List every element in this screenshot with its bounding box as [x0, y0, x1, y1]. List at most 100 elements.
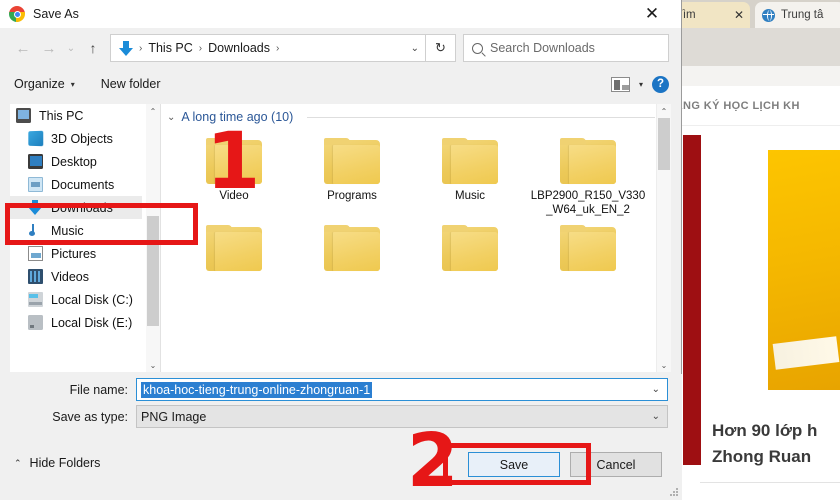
chevron-down-icon[interactable]: ⌄ — [652, 411, 663, 422]
address-bar[interactable]: › This PC › Downloads › ⌄ — [110, 34, 426, 62]
videos-icon — [28, 269, 43, 284]
breadcrumb-separator: › — [139, 43, 142, 54]
site-nav-item[interactable]: ĐĂNG KÝ HỌC LỊCH KH — [666, 100, 800, 112]
dialog-title: Save As — [33, 7, 79, 21]
annotation-box-save — [443, 443, 591, 485]
file-name-row: File name: khoa-hoc-tieng-trung-online-z… — [0, 378, 682, 401]
scroll-down-icon[interactable]: ⌄ — [657, 358, 671, 372]
dialog-title-bar: Save As ✕ — [0, 0, 681, 28]
globe-icon — [762, 9, 775, 22]
sidebar-item-videos[interactable]: Videos — [10, 265, 160, 288]
downloads-arrow-icon — [119, 41, 133, 56]
browser-tab-secondary[interactable]: Trung tâ — [755, 2, 840, 28]
sidebar-item-desktop[interactable]: Desktop — [10, 150, 160, 173]
folder-icon — [206, 225, 262, 271]
hide-folders-label: Hide Folders — [30, 456, 101, 470]
file-pane-scrollbar[interactable]: ⌃ ⌄ — [656, 104, 671, 372]
sidebar-item-local-disk-c[interactable]: Local Disk (C:) — [10, 288, 160, 311]
site-headline-line: Zhong Ruan — [712, 444, 840, 470]
chevron-down-icon[interactable]: ▾ — [639, 80, 643, 89]
sidebar-item-local-disk-e[interactable]: Local Disk (E:) — [10, 311, 160, 334]
folder-icon — [324, 138, 380, 184]
file-item[interactable]: Music — [411, 130, 529, 217]
close-icon[interactable]: ✕ — [734, 9, 744, 21]
group-divider — [307, 117, 655, 118]
file-item-label: Programs — [327, 189, 377, 203]
file-name-label: File name: — [0, 383, 136, 397]
scrollbar-thumb[interactable] — [658, 118, 670, 170]
file-item[interactable]: Programs — [293, 130, 411, 217]
browser-tab-label: Trung tâ — [781, 9, 823, 21]
chevron-up-icon: ⌃ — [14, 458, 22, 469]
annotation-box-downloads — [5, 203, 198, 245]
new-folder-button[interactable]: New folder — [101, 77, 161, 91]
sidebar-item-documents[interactable]: Documents — [10, 173, 160, 196]
command-bar: Organize ▾ New folder ▾ ? — [0, 68, 681, 100]
sidebar-item-label: Videos — [51, 270, 89, 284]
sidebar-item-label: Documents — [51, 178, 114, 192]
file-item[interactable] — [529, 217, 647, 276]
sidebar-item-3d-objects[interactable]: 3D Objects — [10, 127, 160, 150]
chevron-down-icon[interactable]: ⌄ — [411, 43, 419, 54]
desktop-icon — [28, 154, 43, 169]
change-view-icon[interactable] — [611, 77, 630, 92]
site-headline-line: Hơn 90 lớp h — [712, 418, 840, 444]
breadcrumb-this-pc[interactable]: This PC — [148, 41, 192, 55]
chevron-down-icon[interactable]: ⌄ — [167, 112, 175, 123]
file-item[interactable]: LBP2900_R150_V330_W64_uk_EN_2 — [529, 130, 647, 217]
save-as-dialog: Save As ✕ ← → ⌄ ↑ › This PC › Downloads … — [0, 0, 682, 500]
site-red-band — [683, 135, 701, 465]
chevron-down-icon: ▾ — [71, 80, 75, 89]
pictures-icon — [28, 246, 43, 261]
folder-icon — [560, 225, 616, 271]
file-name-value: khoa-hoc-tieng-trung-online-zhongruan-1 — [141, 382, 372, 398]
help-icon[interactable]: ? — [652, 76, 669, 93]
scroll-up-icon[interactable]: ⌃ — [146, 104, 160, 118]
search-input[interactable]: Search Downloads — [463, 34, 669, 62]
file-name-input[interactable]: khoa-hoc-tieng-trung-online-zhongruan-1 … — [136, 378, 668, 401]
annotation-step-1: 1 — [206, 123, 260, 201]
sidebar-item-this-pc[interactable]: This PC — [10, 104, 160, 127]
folder-icon — [324, 225, 380, 271]
hide-folders-button[interactable]: ⌃ Hide Folders — [14, 456, 100, 470]
folder-icon — [442, 138, 498, 184]
breadcrumb-separator: › — [276, 43, 279, 54]
organize-button[interactable]: Organize ▾ — [14, 77, 75, 91]
refresh-button[interactable]: ↻ — [426, 34, 456, 62]
sidebar-item-pictures[interactable]: Pictures — [10, 242, 160, 265]
breadcrumb-downloads[interactable]: Downloads — [208, 41, 270, 55]
sidebar-item-label: 3D Objects — [51, 132, 113, 146]
resize-grip[interactable] — [669, 487, 678, 496]
sidebar-item-label: This PC — [39, 109, 83, 123]
search-icon — [472, 43, 483, 54]
documents-icon — [28, 177, 43, 192]
disk-icon — [28, 292, 43, 307]
disk-e-icon — [28, 315, 43, 330]
file-item[interactable] — [293, 217, 411, 276]
save-as-type-row: Save as type: PNG Image ⌄ — [0, 405, 682, 428]
up-button[interactable]: ↑ — [80, 35, 106, 61]
close-icon[interactable]: ✕ — [637, 0, 667, 28]
sidebar-item-label: Desktop — [51, 155, 97, 169]
breadcrumb-separator: › — [199, 43, 202, 54]
file-item-label: LBP2900_R150_V330_W64_uk_EN_2 — [529, 189, 647, 217]
file-item-label: Music — [455, 189, 485, 203]
file-item[interactable] — [411, 217, 529, 276]
dialog-nav-row: ← → ⌄ ↑ › This PC › Downloads › ⌄ ↻ Sear… — [0, 28, 681, 68]
forward-button[interactable]: → — [36, 35, 62, 61]
scroll-up-icon[interactable]: ⌃ — [657, 104, 671, 118]
scroll-down-icon[interactable]: ⌄ — [146, 358, 160, 372]
site-headline: Hơn 90 lớp h Zhong Ruan — [712, 418, 840, 470]
recent-locations-button[interactable]: ⌄ — [62, 35, 80, 61]
chevron-down-icon[interactable]: ⌄ — [652, 384, 663, 395]
save-as-type-value: PNG Image — [141, 410, 206, 424]
sidebar-item-label: Local Disk (C:) — [51, 293, 133, 307]
back-button[interactable]: ← — [10, 35, 36, 61]
command-bar-right: ▾ ? — [611, 76, 669, 93]
chrome-icon — [9, 6, 25, 22]
3d-objects-icon — [28, 131, 43, 147]
save-as-type-label: Save as type: — [0, 410, 136, 424]
save-as-type-select[interactable]: PNG Image ⌄ — [136, 405, 668, 428]
pc-icon — [16, 108, 31, 123]
folder-icon — [442, 225, 498, 271]
